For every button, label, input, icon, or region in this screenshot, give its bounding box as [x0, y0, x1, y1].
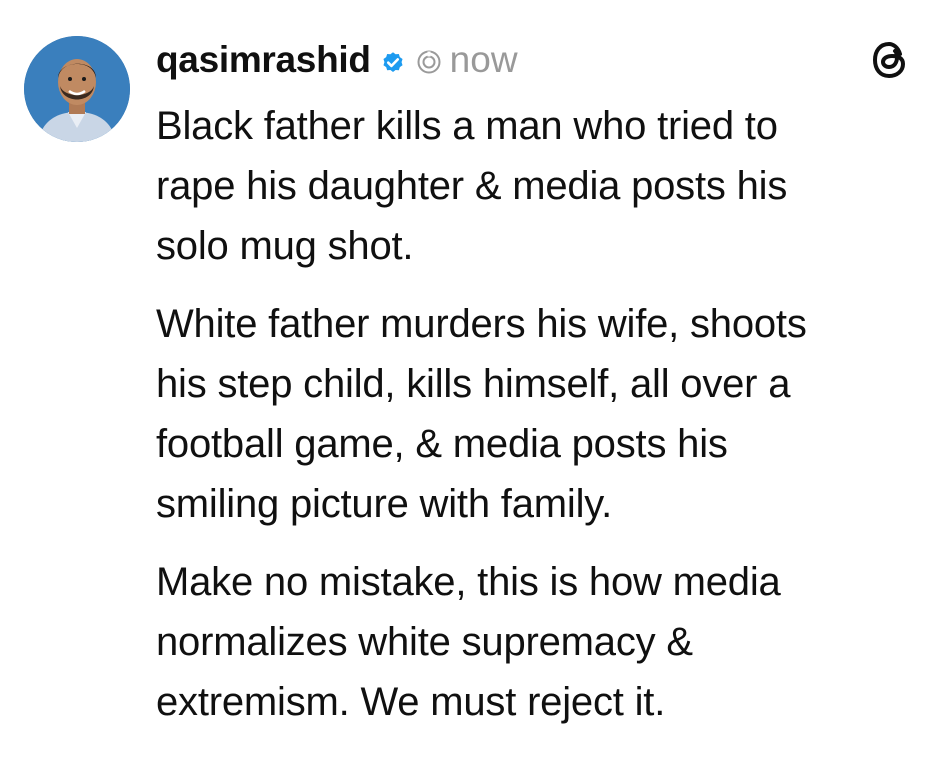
post-paragraph: Black father kills a man who tried to ra…: [156, 104, 788, 268]
post-time: now: [449, 39, 518, 80]
post-body: Black father kills a man who tried to ra…: [156, 96, 936, 732]
post-paragraph: Make no mistake, this is how media norma…: [156, 560, 781, 724]
threads-source-icon: [416, 49, 442, 75]
author-username[interactable]: qasimrashid: [156, 39, 371, 81]
post-paragraph: White father murders his wife, shoots hi…: [156, 302, 807, 526]
verified-badge-icon: [380, 49, 406, 75]
post-header: qasimrashid now: [156, 34, 518, 86]
avatar-photo: [24, 36, 130, 142]
author-avatar[interactable]: [24, 36, 130, 142]
threads-post: qasimrashid now Black father kills a man…: [0, 0, 949, 763]
threads-logo-icon[interactable]: [870, 40, 910, 80]
